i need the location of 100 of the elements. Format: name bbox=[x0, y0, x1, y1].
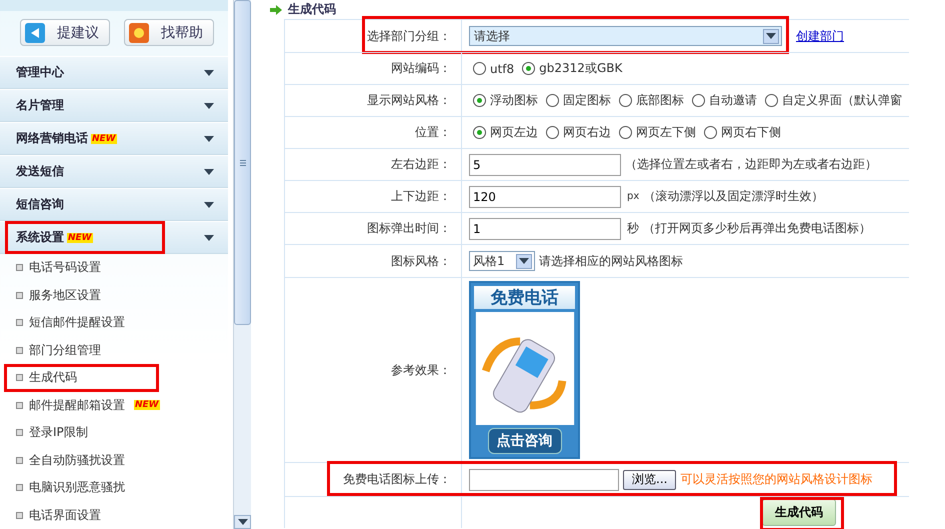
hint-text: 可以灵活按照您的网站风格设计图标 bbox=[680, 471, 872, 488]
banner-title: 免费电话 bbox=[474, 286, 575, 309]
caret-icon bbox=[204, 70, 214, 76]
unit-label: px bbox=[627, 191, 640, 202]
radio-button[interactable] bbox=[546, 94, 559, 107]
menu-item[interactable]: 全自动防骚扰设置 bbox=[4, 446, 159, 474]
field-label: 显示网站风格： bbox=[367, 92, 451, 109]
radio-label: 底部图标 bbox=[636, 92, 684, 109]
bullet-icon bbox=[16, 402, 23, 409]
radio-label: gb2312或GBK bbox=[539, 60, 622, 77]
menu-title: 短信咨询 bbox=[16, 196, 64, 214]
menu-item[interactable]: 登录IP限制 bbox=[4, 419, 159, 447]
menu-item[interactable]: 电脑识别恶意骚扰 bbox=[4, 474, 159, 502]
help-button[interactable]: 找帮助 bbox=[124, 19, 214, 46]
caret-icon bbox=[204, 136, 214, 142]
input-field[interactable]: 5 bbox=[469, 154, 621, 176]
input-field[interactable]: 120 bbox=[469, 186, 621, 208]
question-icon bbox=[129, 22, 149, 43]
new-badge: NEW bbox=[134, 400, 160, 410]
menu-header[interactable]: 系统设置 NEW bbox=[0, 221, 228, 254]
style-dropdown[interactable]: 风格1 bbox=[469, 251, 535, 271]
menu-item[interactable]: 生成代码 bbox=[4, 364, 159, 392]
radio-label: 网页左边 bbox=[490, 124, 538, 141]
field-label: 免费电话图标上传： bbox=[343, 471, 451, 488]
menu-item[interactable]: 服务地区设置 bbox=[4, 282, 159, 310]
menu-item[interactable]: 部门分组管理 bbox=[4, 336, 159, 364]
radio-label: utf8 bbox=[490, 62, 514, 76]
radio-button[interactable] bbox=[704, 126, 717, 139]
arrow-icon bbox=[270, 4, 282, 14]
menu-item[interactable]: 短信邮件提醒设置 bbox=[4, 309, 159, 337]
caret-icon bbox=[204, 102, 214, 109]
bullet-icon bbox=[16, 456, 23, 464]
radio-button[interactable] bbox=[473, 94, 486, 107]
menu-title: 管理中心 bbox=[16, 64, 64, 82]
menu-header[interactable]: 管理中心 bbox=[0, 56, 228, 90]
menu-header[interactable]: 短信咨询 bbox=[0, 188, 228, 222]
radio-label: 网页左下侧 bbox=[636, 124, 696, 141]
radio-label: 浮动图标 bbox=[490, 92, 538, 109]
menu-item[interactable]: 电话号码设置 bbox=[4, 254, 159, 282]
hint-text: （选择位置左或者右，边距即为左或者右边距） bbox=[625, 156, 877, 173]
input-field[interactable]: 1 bbox=[469, 218, 621, 240]
field-label: 左右边距： bbox=[391, 156, 451, 173]
field-label: 上下边距： bbox=[391, 188, 451, 205]
grip-icon bbox=[240, 160, 246, 166]
radio-label: 自定义界面（默认弹窗 bbox=[782, 92, 902, 109]
caret-icon bbox=[519, 258, 529, 264]
suggest-button[interactable]: 提建议 bbox=[20, 19, 110, 46]
bullet-icon bbox=[16, 484, 23, 492]
menu-title: 系统设置 bbox=[16, 229, 64, 246]
radio-button[interactable] bbox=[765, 94, 778, 107]
new-badge: NEW bbox=[67, 232, 93, 243]
field-label: 网站编码： bbox=[391, 60, 451, 77]
field-label: 图标风格： bbox=[391, 252, 451, 270]
field-label: 选择部门分组： bbox=[367, 28, 451, 44]
caret-icon bbox=[204, 202, 214, 208]
browse-button[interactable]: 浏览... bbox=[623, 470, 676, 490]
create-department-link[interactable]: 创建部门 bbox=[796, 28, 844, 44]
field-label: 参考效果： bbox=[391, 362, 451, 378]
bullet-icon bbox=[16, 292, 23, 299]
radio-label: 固定图标 bbox=[563, 92, 611, 109]
menu-header[interactable]: 网络营销电话 NEW bbox=[0, 122, 228, 156]
radio-button[interactable] bbox=[619, 94, 632, 107]
new-badge: NEW bbox=[91, 134, 117, 144]
radio-label: 网页右边 bbox=[563, 124, 611, 141]
radio-button[interactable] bbox=[473, 62, 486, 75]
radio-label: 自动邀请 bbox=[709, 92, 757, 109]
department-select[interactable]: 请选择 bbox=[469, 26, 782, 46]
radio-button[interactable] bbox=[619, 126, 632, 139]
caret-icon bbox=[204, 234, 214, 241]
file-input[interactable] bbox=[469, 468, 619, 490]
unit-label: 秒 bbox=[627, 220, 639, 237]
caret-icon bbox=[238, 519, 248, 525]
radio-button[interactable] bbox=[522, 62, 536, 75]
menu-title: 网络营销电话 bbox=[16, 130, 88, 148]
menu-header[interactable]: 名片管理 bbox=[0, 89, 228, 122]
radio-button[interactable] bbox=[473, 126, 486, 139]
menu-title: 名片管理 bbox=[16, 97, 64, 114]
menu-title: 发送短信 bbox=[16, 163, 64, 180]
hint-text: （打开网页多少秒后再弹出免费电话图标） bbox=[643, 220, 871, 237]
field-label: 图标弹出时间： bbox=[367, 220, 451, 237]
scrollbar[interactable] bbox=[233, 0, 251, 529]
bullet-icon bbox=[16, 264, 23, 272]
bullet-icon bbox=[16, 429, 23, 436]
bullet-icon bbox=[16, 374, 23, 382]
bullet-icon bbox=[16, 319, 23, 326]
menu-header[interactable]: 发送短信 bbox=[0, 155, 228, 188]
menu-item[interactable]: 电话界面设置 bbox=[4, 502, 159, 529]
field-label: 位置： bbox=[415, 124, 451, 141]
menu-item[interactable]: 邮件提醒邮箱设置 NEW bbox=[4, 392, 159, 420]
hint-text: （滚动漂浮以及固定漂浮时生效） bbox=[643, 188, 824, 205]
hint-text: 请选择相应的网站风格图标 bbox=[539, 252, 683, 270]
radio-button[interactable] bbox=[692, 94, 705, 107]
radio-label: 网页右下侧 bbox=[721, 124, 781, 141]
caret-icon bbox=[766, 33, 776, 39]
caret-icon bbox=[204, 168, 214, 175]
bullet-icon bbox=[16, 512, 23, 519]
generate-code-button[interactable]: 生成代码 bbox=[762, 499, 836, 526]
bullet-icon bbox=[16, 346, 23, 354]
radio-button[interactable] bbox=[546, 126, 559, 139]
section-title: 生成代码 bbox=[288, 1, 336, 18]
